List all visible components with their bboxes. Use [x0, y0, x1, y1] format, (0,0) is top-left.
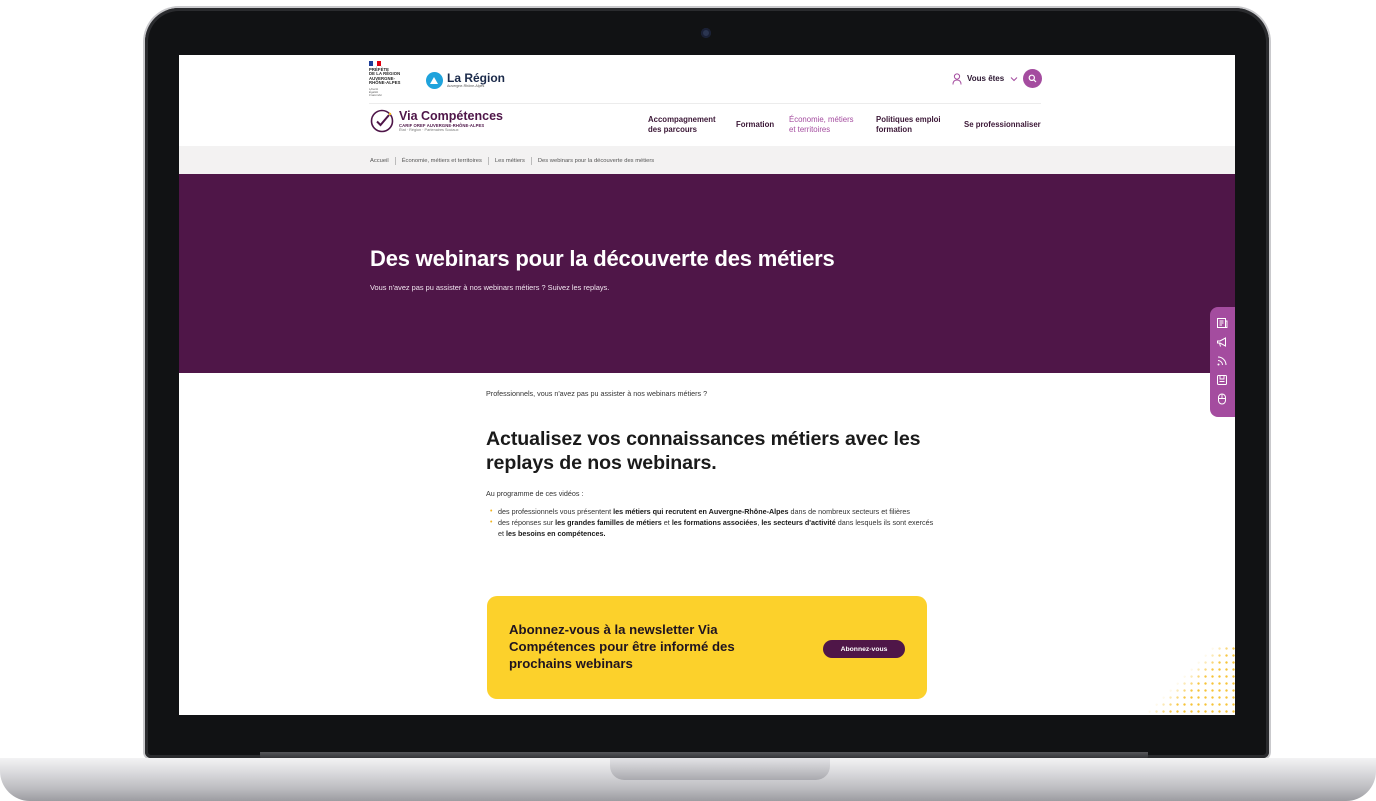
webcam — [701, 28, 711, 38]
intro-text: Professionnels, vous n'avez pas pu assis… — [486, 389, 708, 398]
hero-banner: Des webinars pour la découverte des méti… — [179, 174, 1235, 373]
nav-label: Accompagnement — [648, 115, 716, 124]
breadcrumb-current: Des webinars pour la découverte des méti… — [537, 158, 655, 164]
megaphone-icon[interactable] — [1216, 336, 1228, 348]
breadcrumb-separator — [394, 157, 396, 165]
nav-label: Formation — [736, 120, 775, 129]
breadcrumb-link[interactable]: Économie, métiers et territoires — [402, 158, 482, 164]
prefecture-logo[interactable]: PRÉFÈTE DE LA RÉGION AUVERGNE- RHÔNE-ALP… — [369, 61, 417, 107]
mouse-icon[interactable] — [1216, 393, 1228, 405]
breadcrumb-separator — [530, 157, 532, 165]
nav-label: des parcours — [648, 125, 697, 134]
chevron-down-icon — [1010, 76, 1018, 81]
section-heading: Actualisez vos connaissances métiers ave… — [486, 428, 921, 474]
user-icon — [952, 72, 962, 85]
republic-motto: Liberté Égalité Fraternité — [369, 86, 382, 98]
header-divider — [369, 103, 1041, 104]
list-item: des professionnels vous présentent les m… — [490, 506, 938, 517]
nav-label: Politiques emploi — [876, 115, 941, 124]
nav-item-economie[interactable]: Économie, métiers et territoires — [789, 115, 854, 135]
side-toolbar — [1210, 307, 1235, 417]
breadcrumb-link[interactable]: Accueil — [370, 158, 389, 164]
page-subtitle: Vous n'avez pas pu assister à nos webina… — [370, 283, 610, 292]
decorative-dots — [1139, 645, 1235, 715]
breadcrumb-bar — [179, 146, 1235, 174]
rss-icon[interactable] — [1216, 355, 1228, 367]
nav-item-accompagnement[interactable]: Accompagnement des parcours — [648, 115, 716, 135]
nav-item-professionnaliser[interactable]: Se professionnaliser — [964, 120, 1041, 130]
list-item: des réponses sur les grandes familles de… — [490, 517, 938, 539]
programme-label: Au programme de ces vidéos : — [486, 489, 584, 498]
checkmark-logo-icon — [370, 109, 394, 133]
page-title: Des webinars pour la découverte des méti… — [370, 246, 835, 271]
search-icon — [1028, 74, 1037, 83]
breadcrumb: Accueil Économie, métiers et territoires… — [370, 157, 654, 165]
agenda-icon[interactable] — [1216, 374, 1228, 386]
via-competences-logo[interactable]: Via Compétences CARIF OREF AUVERGNE-RHÔN… — [370, 109, 503, 133]
nav-item-formation[interactable]: Formation — [736, 120, 774, 130]
nav-label: et territoires — [789, 125, 831, 134]
nav-item-politiques[interactable]: Politiques emploi formation — [876, 115, 941, 135]
breadcrumb-link[interactable]: Les métiers — [495, 158, 525, 164]
newsletter-text: Abonnez-vous à la newsletter Via Compéte… — [509, 622, 735, 671]
newsletter-card: Abonnez-vous à la newsletter Via Compéte… — [487, 596, 927, 699]
bullet-list: des professionnels vous présentent les m… — [490, 506, 938, 539]
subscribe-button[interactable]: Abonnez-vous — [823, 640, 905, 658]
region-logo[interactable]: La Région Auvergne-Rhône-Alpes — [426, 72, 505, 89]
nav-label: Se professionnaliser — [964, 120, 1041, 129]
breadcrumb-separator — [487, 157, 489, 165]
laptop-notch — [610, 758, 830, 780]
search-button[interactable] — [1023, 69, 1043, 88]
nav-label: formation — [876, 125, 912, 134]
newspaper-icon[interactable] — [1216, 317, 1228, 329]
browser-screen: PRÉFÈTE DE LA RÉGION AUVERGNE- RHÔNE-ALP… — [179, 55, 1235, 715]
region-title: La Région — [447, 71, 506, 85]
french-flag-icon — [369, 61, 381, 66]
nav-label: Économie, métiers — [789, 115, 854, 124]
via-title: Via Compétences — [399, 108, 503, 123]
prefecture-name: PRÉFÈTE DE LA RÉGION AUVERGNE- RHÔNE-ALP… — [369, 67, 401, 86]
via-partners: État · Région · Partenaires Sociaux — [399, 127, 459, 132]
vous-etes-menu[interactable]: Vous êtes — [952, 69, 1043, 88]
region-mountain-icon — [426, 72, 443, 89]
vous-etes-label: Vous êtes — [967, 74, 1005, 83]
